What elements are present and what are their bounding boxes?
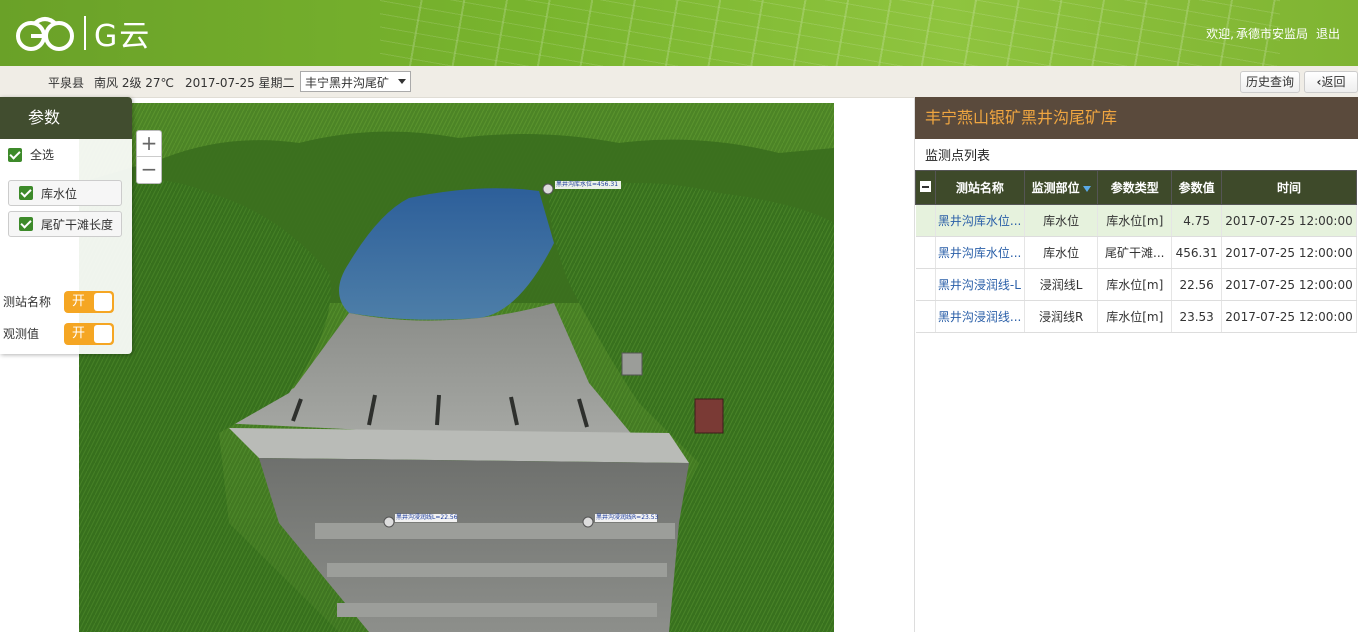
back-button-label: 返回 bbox=[1321, 75, 1346, 89]
site-select-value: 丰宁黑井沟尾矿 bbox=[305, 76, 390, 90]
toggle-knob bbox=[94, 293, 112, 311]
row-gutter bbox=[915, 268, 936, 301]
table-row[interactable]: 黑井沟浸润线... 浸润线R 库水位[m] 23.53 2017-07-25 1… bbox=[915, 300, 1357, 333]
solar-panel-decoration bbox=[380, 0, 1280, 66]
info-bar: 平泉县 南风 2级 27℃ 2017-07-25 星期二 丰宁黑井沟尾矿 历史查… bbox=[0, 66, 1358, 98]
value-cell: 22.56 bbox=[1171, 268, 1223, 301]
station-name-cell[interactable]: 黑井沟库水位... bbox=[935, 204, 1025, 237]
pool-station-label[interactable]: 黑井沟库水位=456.31 bbox=[556, 181, 618, 189]
part-cell: 浸润线L bbox=[1024, 268, 1099, 301]
toggle-state: 开 bbox=[72, 294, 86, 309]
weather-text: 南风 2级 27℃ bbox=[94, 76, 175, 90]
collapse-all-button[interactable] bbox=[915, 170, 936, 205]
parameter-panel: 参数 全选 库水位 尾矿干滩长度 测站名称 开 观测值 开 bbox=[0, 97, 132, 354]
column-header[interactable]: 测站名称 bbox=[934, 170, 1025, 205]
right-seepage-station-label[interactable]: 黑井沟浸润线R=23.53 bbox=[596, 514, 658, 522]
type-cell: 库水位[m] bbox=[1097, 204, 1173, 237]
value-cell: 456.31 bbox=[1171, 236, 1223, 269]
table-row[interactable]: 黑井沟库水位... 库水位 库水位[m] 4.75 2017-07-25 12:… bbox=[915, 204, 1357, 237]
toggle-row-station-name: 测站名称 开 bbox=[3, 291, 131, 313]
parameter-panel-title: 参数 bbox=[0, 97, 132, 139]
station-name-cell[interactable]: 黑井沟浸润线-L bbox=[935, 268, 1025, 301]
zoom-out-button[interactable]: − bbox=[137, 157, 161, 183]
site-select[interactable]: 丰宁黑井沟尾矿 bbox=[300, 71, 411, 92]
time-cell: 2017-07-25 12:00:00 bbox=[1221, 268, 1357, 301]
table-row[interactable]: 黑井沟浸润线-L 浸润线L 库水位[m] 22.56 2017-07-25 12… bbox=[915, 268, 1357, 301]
observed-value-toggle[interactable]: 开 bbox=[64, 323, 114, 345]
toggle-row-observed-value: 观测值 开 bbox=[3, 323, 131, 345]
column-header-label: 监测部位 bbox=[1031, 181, 1080, 195]
logo-text: G云 bbox=[94, 19, 152, 54]
monitoring-panel: 丰宁燕山银矿黑井沟尾矿库 监测点列表 测站名称 监测部位 参数类型 参数值 时间… bbox=[914, 97, 1358, 632]
station-name-toggle[interactable]: 开 bbox=[64, 291, 114, 313]
value-cell: 4.75 bbox=[1171, 204, 1223, 237]
column-header-filter[interactable]: 监测部位 bbox=[1023, 170, 1099, 205]
checkbox-checked-icon bbox=[8, 147, 22, 162]
param-item-label: 尾矿干滩长度 bbox=[41, 217, 114, 232]
type-cell: 库水位[m] bbox=[1097, 300, 1173, 333]
table-row[interactable]: 黑井沟库水位... 库水位 尾矿干滩... 456.31 2017-07-25 … bbox=[915, 236, 1357, 269]
column-header[interactable]: 参数类型 bbox=[1097, 170, 1173, 205]
time-cell: 2017-07-25 12:00:00 bbox=[1221, 300, 1357, 333]
minus-icon bbox=[919, 180, 931, 192]
type-cell: 库水位[m] bbox=[1097, 268, 1173, 301]
left-seepage-station-label[interactable]: 黑井沟浸润线L=22.56 bbox=[396, 514, 458, 522]
station-name-cell[interactable]: 黑井沟库水位... bbox=[935, 236, 1025, 269]
toggle-knob bbox=[94, 325, 112, 343]
logo-separator bbox=[84, 16, 86, 50]
cloud-logo-icon bbox=[16, 17, 74, 51]
zoom-in-button[interactable]: + bbox=[137, 131, 161, 157]
select-all-checkbox[interactable]: 全选 bbox=[8, 146, 54, 163]
monitoring-points-table: 测站名称 监测部位 参数类型 参数值 时间 黑井沟库水位... 库水位 库水位[… bbox=[915, 170, 1357, 333]
user-area: 欢迎, 承德市安监局 退出 bbox=[1200, 25, 1340, 42]
checkbox-checked-icon bbox=[19, 217, 33, 231]
time-cell: 2017-07-25 12:00:00 bbox=[1221, 204, 1357, 237]
dam-terrain-graphic bbox=[79, 103, 834, 632]
welcome-text: 欢迎, bbox=[1206, 27, 1234, 41]
toggle-label: 观测值 bbox=[3, 327, 40, 341]
param-item-beach-length[interactable]: 尾矿干滩长度 bbox=[8, 211, 122, 237]
zoom-control: + − bbox=[136, 130, 162, 184]
row-gutter bbox=[915, 300, 936, 333]
logout-link[interactable]: 退出 bbox=[1316, 27, 1340, 41]
filter-icon[interactable] bbox=[1082, 185, 1091, 192]
back-button[interactable]: ‹返回 bbox=[1304, 71, 1358, 93]
monitoring-list-title: 监测点列表 bbox=[925, 149, 991, 164]
param-item-water-level[interactable]: 库水位 bbox=[8, 180, 122, 206]
select-all-label: 全选 bbox=[30, 148, 55, 162]
row-gutter bbox=[915, 236, 936, 269]
user-name: 承德市安监局 bbox=[1235, 27, 1308, 41]
param-item-label: 库水位 bbox=[41, 186, 78, 201]
toggle-state: 开 bbox=[72, 326, 86, 341]
row-gutter bbox=[915, 204, 936, 237]
column-header[interactable]: 参数值 bbox=[1171, 170, 1223, 205]
checkbox-checked-icon bbox=[19, 186, 33, 200]
value-cell: 23.53 bbox=[1171, 300, 1223, 333]
date-text: 2017-07-25 星期二 bbox=[185, 76, 295, 90]
station-name-cell[interactable]: 黑井沟浸润线... bbox=[935, 300, 1025, 333]
time-cell: 2017-07-25 12:00:00 bbox=[1221, 236, 1357, 269]
app-header: G云 欢迎, 承德市安监局 退出 bbox=[0, 0, 1358, 66]
type-cell: 尾矿干滩... bbox=[1097, 236, 1173, 269]
tailings-pond-title: 丰宁燕山银矿黑井沟尾矿库 bbox=[915, 97, 1358, 139]
app-logo: G云 bbox=[14, 12, 151, 54]
3d-dam-scene[interactable]: 黑井沟库水位=456.31 黑井沟浸润线L=22.56 黑井沟浸润线R=23.5… bbox=[79, 103, 834, 632]
part-cell: 浸润线R bbox=[1024, 300, 1099, 333]
history-query-button[interactable]: 历史查询 bbox=[1240, 71, 1300, 93]
column-header[interactable]: 时间 bbox=[1221, 170, 1357, 205]
toggle-label: 测站名称 bbox=[3, 295, 52, 309]
part-cell: 库水位 bbox=[1024, 204, 1099, 237]
chevron-down-icon bbox=[398, 79, 406, 84]
county-text: 平泉县 bbox=[48, 76, 85, 90]
part-cell: 库水位 bbox=[1024, 236, 1099, 269]
